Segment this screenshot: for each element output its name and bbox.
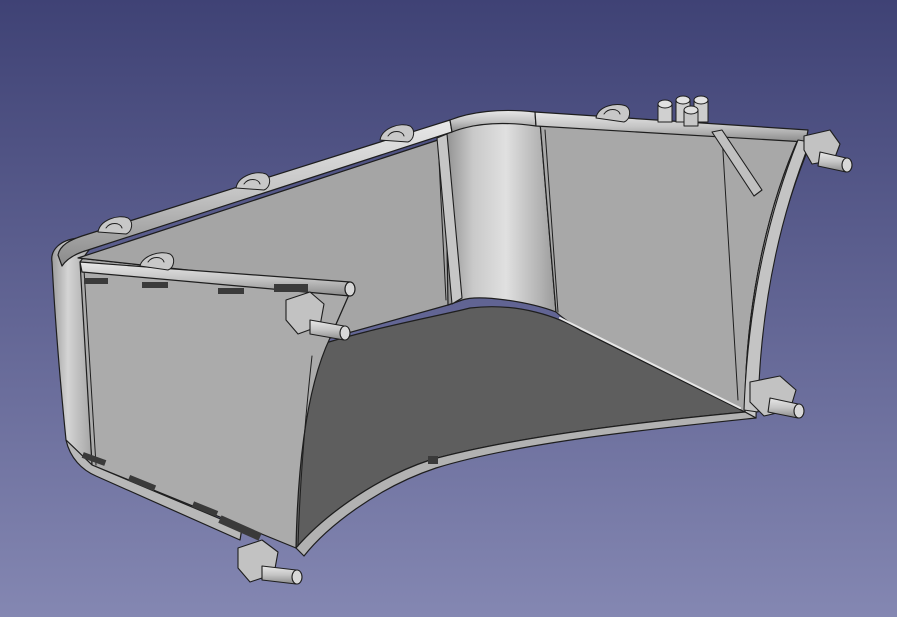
inner-rim-tube-end (344, 281, 356, 297)
back-cylinder-corner (444, 117, 557, 313)
front-lip-notch (428, 456, 438, 464)
3d-viewport[interactable] (0, 0, 897, 617)
top-connector-cluster (657, 95, 709, 127)
3d-scene[interactable] (0, 0, 897, 617)
